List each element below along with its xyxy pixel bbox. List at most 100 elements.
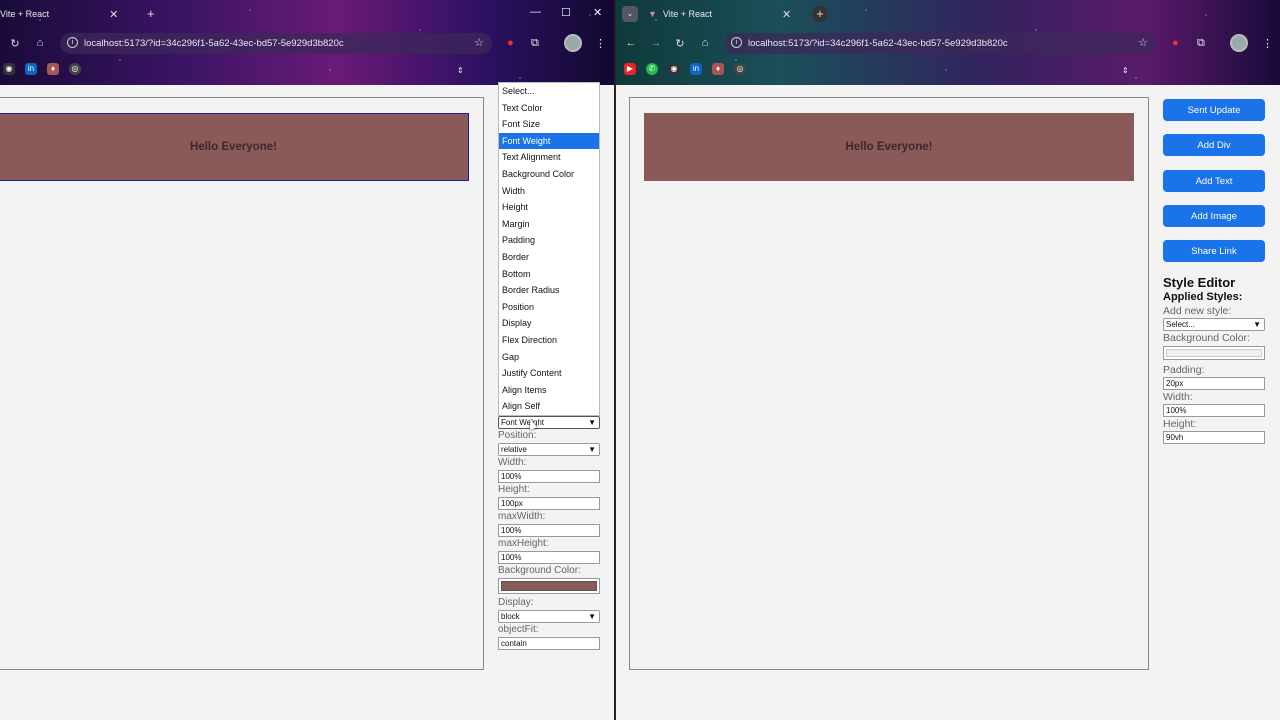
dropdown-option[interactable]: Bottom: [499, 266, 599, 283]
url-text: localhost:5173/?id=34c296f1-5a62-43ec-bd…: [748, 38, 1008, 49]
extensions-puzzle-icon[interactable]: ⧉: [1197, 37, 1205, 50]
menu-kebab-icon[interactable]: ⋮: [595, 37, 606, 50]
app-bookmark-icon[interactable]: ♦: [47, 63, 59, 75]
display-select[interactable]: block ▼: [498, 610, 600, 623]
maxwidth-input[interactable]: 100%: [498, 524, 600, 537]
close-window-icon[interactable]: ✕: [593, 6, 602, 19]
dropdown-option[interactable]: Align Items: [499, 382, 599, 399]
dropdown-option[interactable]: Height: [499, 199, 599, 216]
style-options-dropdown[interactable]: Select... Text Color Font Size Font Weig…: [498, 82, 600, 416]
new-tab-icon[interactable]: +: [812, 6, 828, 22]
profile-avatar[interactable]: [1230, 34, 1248, 52]
site-info-icon[interactable]: i: [731, 37, 742, 48]
home-icon[interactable]: ⌂: [33, 37, 47, 49]
profile-avatar[interactable]: [564, 34, 582, 52]
home-icon[interactable]: ⌂: [698, 37, 712, 49]
extension-icon[interactable]: ●: [507, 37, 514, 49]
browser-tab[interactable]: ▼ Vite + React ✕: [648, 4, 791, 24]
new-tab-icon[interactable]: +: [147, 6, 155, 21]
menu-kebab-icon[interactable]: ⋮: [1262, 37, 1273, 50]
background-color-picker[interactable]: [1163, 346, 1265, 360]
browser-tab[interactable]: Vite + React ✕: [0, 4, 118, 24]
bookmark-star-icon[interactable]: ☆: [1138, 36, 1148, 49]
minimize-icon[interactable]: —: [530, 6, 541, 18]
url-text: localhost:5173/?id=34c296f1-5a62-43ec-bd…: [84, 38, 344, 49]
extensions-puzzle-icon[interactable]: ⧉: [531, 37, 539, 50]
address-bar[interactable]: i localhost:5173/?id=34c296f1-5a62-43ec-…: [60, 33, 492, 54]
bookmarks-folder-icon[interactable]: ⇕: [1122, 66, 1129, 75]
add-new-style-value: Select...: [1166, 320, 1195, 329]
width-input[interactable]: 100%: [1163, 404, 1265, 417]
dropdown-option[interactable]: Width: [499, 183, 599, 200]
hello-div-element[interactable]: Hello Everyone!: [644, 113, 1134, 181]
dropdown-option[interactable]: Background Color: [499, 166, 599, 183]
github-bookmark-icon[interactable]: ◉: [3, 63, 15, 75]
web-bookmark-icon[interactable]: ◎: [734, 63, 746, 75]
github-bookmark-icon[interactable]: ◉: [668, 63, 680, 75]
dropdown-option[interactable]: Flex Direction: [499, 332, 599, 349]
browser-chrome: ⌄ ▼ Vite + React ✕ + ← → ↻ ⌂ i localhost…: [616, 0, 1280, 85]
objectfit-input[interactable]: contain: [498, 637, 600, 650]
position-label: Position:: [498, 430, 537, 441]
dropdown-option[interactable]: Position: [499, 299, 599, 316]
linkedin-bookmark-icon[interactable]: in: [690, 63, 702, 75]
maxwidth-label: maxWidth:: [498, 511, 546, 522]
bookmarks-folder-icon[interactable]: ⇕: [457, 66, 464, 75]
maximize-icon[interactable]: ☐: [561, 6, 571, 19]
close-tab-icon[interactable]: ✕: [782, 8, 791, 21]
dropdown-option[interactable]: Border: [499, 249, 599, 266]
linkedin-bookmark-icon[interactable]: in: [25, 63, 37, 75]
height-input[interactable]: 100px: [498, 497, 600, 510]
bookmark-star-icon[interactable]: ☆: [474, 36, 484, 49]
forward-icon[interactable]: →: [649, 37, 663, 49]
app-bookmark-icon[interactable]: ♦: [712, 63, 724, 75]
dropdown-option[interactable]: Justify Content: [499, 365, 599, 382]
add-div-button[interactable]: Add Div: [1163, 134, 1265, 156]
dropdown-option[interactable]: Align Self: [499, 398, 599, 415]
applied-styles-heading: Applied Styles:: [1163, 291, 1243, 303]
add-text-button[interactable]: Add Text: [1163, 170, 1265, 192]
tab-search-icon[interactable]: ⌄: [622, 6, 638, 22]
dropdown-option[interactable]: Text Alignment: [499, 149, 599, 166]
design-canvas[interactable]: [629, 97, 1149, 670]
add-new-style-select[interactable]: Select... ▼: [1163, 318, 1265, 331]
hello-text: Hello Everyone!: [190, 141, 277, 153]
dropdown-option[interactable]: Select...: [499, 83, 599, 100]
style-editor-title: Style Editor: [1163, 275, 1236, 290]
dropdown-option[interactable]: Display: [499, 315, 599, 332]
whatsapp-bookmark-icon[interactable]: ✆: [646, 63, 658, 75]
objectfit-label: objectFit:: [498, 624, 539, 635]
display-label: Display:: [498, 597, 534, 608]
back-icon[interactable]: ←: [624, 37, 638, 49]
display-select-value: block: [501, 612, 520, 621]
web-bookmark-icon[interactable]: ◎: [69, 63, 81, 75]
extension-icon[interactable]: ●: [1172, 37, 1179, 49]
background-color-picker[interactable]: [498, 578, 600, 594]
padding-input[interactable]: 20px: [1163, 377, 1265, 390]
design-canvas[interactable]: [0, 97, 484, 670]
maxheight-input[interactable]: 100%: [498, 551, 600, 564]
hello-div-element[interactable]: Hello Everyone!: [0, 113, 469, 181]
sent-update-button[interactable]: Sent Update: [1163, 99, 1265, 121]
close-tab-icon[interactable]: ✕: [109, 8, 118, 21]
dropdown-option-highlighted[interactable]: Font Weight: [499, 132, 599, 150]
position-select[interactable]: relative ▼: [498, 443, 600, 456]
share-link-button[interactable]: Share Link: [1163, 240, 1265, 262]
vite-favicon-icon: ▼: [648, 9, 657, 19]
dropdown-option[interactable]: Text Color: [499, 100, 599, 117]
address-bar[interactable]: i localhost:5173/?id=34c296f1-5a62-43ec-…: [724, 33, 1156, 54]
dropdown-option[interactable]: Font Size: [499, 116, 599, 133]
reload-icon[interactable]: ↻: [673, 37, 687, 50]
add-style-select[interactable]: Font Weight ▼: [498, 416, 600, 429]
height-label: Height:: [1163, 418, 1197, 430]
dropdown-option[interactable]: Padding: [499, 232, 599, 249]
height-input[interactable]: 90vh: [1163, 431, 1265, 444]
dropdown-option[interactable]: Gap: [499, 349, 599, 366]
dropdown-option[interactable]: Margin: [499, 216, 599, 233]
site-info-icon[interactable]: i: [67, 37, 78, 48]
add-image-button[interactable]: Add Image: [1163, 205, 1265, 227]
reload-icon[interactable]: ↻: [8, 37, 22, 50]
dropdown-option[interactable]: Border Radius: [499, 282, 599, 299]
width-input[interactable]: 100%: [498, 470, 600, 483]
youtube-bookmark-icon[interactable]: ▶: [624, 63, 636, 75]
